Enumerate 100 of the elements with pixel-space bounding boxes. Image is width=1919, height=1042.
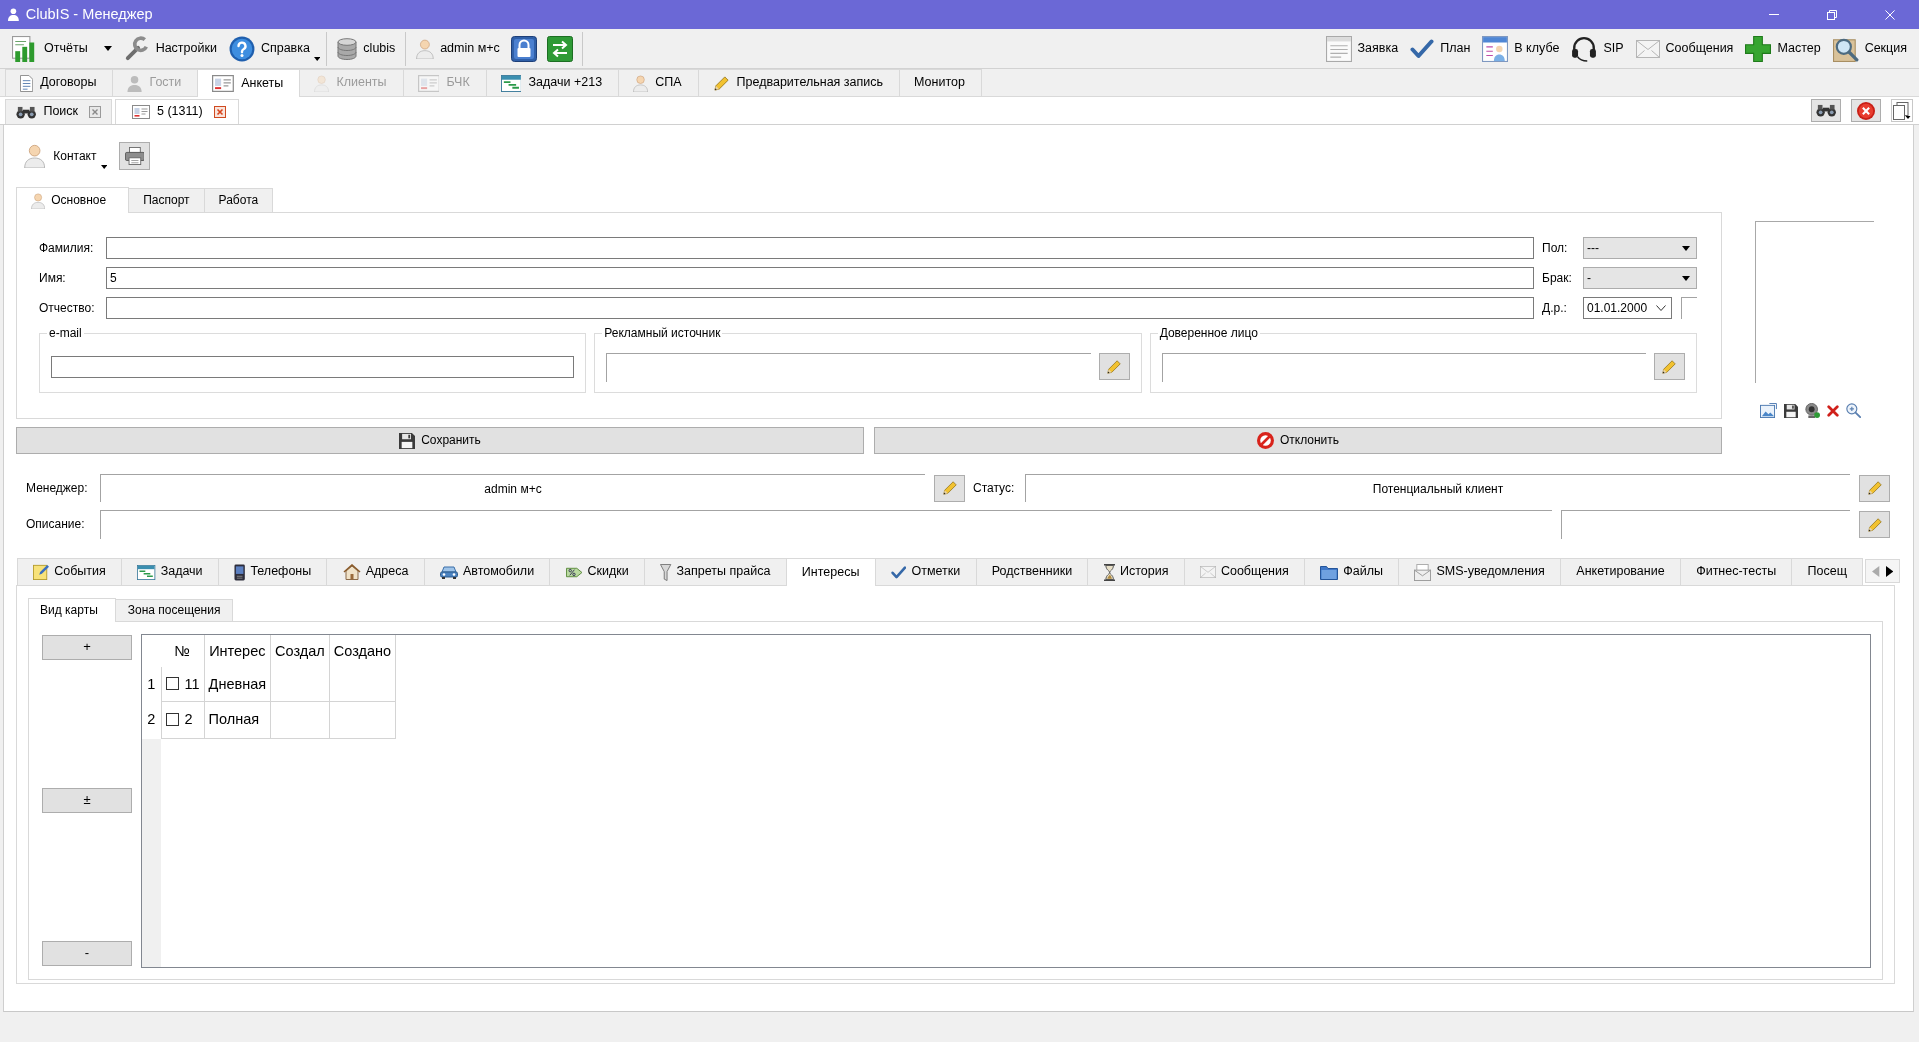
detail-tab[interactable]: Запреты прайса bbox=[644, 558, 787, 585]
detail-tab[interactable]: Посещ bbox=[1791, 558, 1864, 585]
document-tab[interactable]: 5 (1311) bbox=[115, 99, 239, 124]
table-action-button[interactable]: ± bbox=[42, 788, 132, 813]
detail-tab[interactable]: Интересы bbox=[785, 558, 876, 586]
person-icon bbox=[633, 74, 649, 92]
edit-button[interactable] bbox=[934, 474, 965, 502]
dropdown-field[interactable]: - bbox=[1583, 267, 1697, 289]
toolbar-button[interactable]: Секция bbox=[1826, 31, 1913, 66]
toolbar-button[interactable]: Отчёты bbox=[6, 31, 118, 66]
table-action-button[interactable]: - bbox=[42, 941, 132, 966]
person-icon bbox=[8, 8, 19, 21]
image-icon[interactable] bbox=[1760, 403, 1777, 418]
table-action-button[interactable]: + bbox=[42, 635, 132, 660]
detail-tab[interactable]: Телефоны bbox=[217, 558, 328, 585]
empty-cell bbox=[270, 667, 330, 701]
pencil-icon bbox=[1866, 480, 1883, 496]
id-card-icon bbox=[417, 74, 440, 92]
person-icon bbox=[314, 74, 330, 92]
close-icon[interactable] bbox=[89, 106, 102, 118]
edit-button[interactable] bbox=[1098, 353, 1130, 380]
person-icon bbox=[127, 74, 143, 92]
document-tab[interactable]: Поиск bbox=[5, 99, 113, 124]
form-tab[interactable]: Основное bbox=[16, 187, 130, 213]
printer-icon bbox=[124, 147, 145, 165]
module-tab[interactable]: Анкеты bbox=[197, 69, 301, 97]
webcam-icon[interactable] bbox=[1804, 403, 1820, 418]
detail-tab[interactable]: Адреса bbox=[326, 558, 425, 585]
swap-arrows-icon[interactable] bbox=[546, 35, 573, 62]
checkbox[interactable] bbox=[165, 677, 179, 691]
zoom-in-icon[interactable] bbox=[1845, 403, 1861, 418]
toolbar-button[interactable]: Справка bbox=[222, 31, 323, 66]
text-field[interactable]: 5 bbox=[106, 267, 1534, 289]
toolbar-button[interactable]: В клубе bbox=[1476, 31, 1566, 66]
input-field[interactable] bbox=[51, 356, 575, 378]
manager-field[interactable]: admin м+с bbox=[100, 474, 925, 502]
text-field[interactable] bbox=[106, 297, 1534, 319]
detail-tab[interactable]: История bbox=[1087, 558, 1185, 585]
print-button[interactable] bbox=[118, 142, 150, 170]
detail-tab[interactable]: Анкетирование bbox=[1560, 558, 1681, 585]
gantt-chart-icon bbox=[500, 74, 522, 92]
field-label: Статус: bbox=[973, 480, 1016, 496]
restore-icon[interactable] bbox=[1827, 9, 1837, 20]
delete-icon[interactable] bbox=[1826, 404, 1839, 417]
column-header: Создал bbox=[270, 635, 330, 667]
person-icon bbox=[416, 38, 435, 59]
dropdown-field[interactable]: --- bbox=[1583, 237, 1697, 259]
detail-tab[interactable]: Файлы bbox=[1304, 558, 1400, 585]
lock-icon[interactable] bbox=[510, 35, 537, 62]
toolbar-button[interactable]: Сообщения bbox=[1629, 31, 1740, 66]
toolbar-button[interactable]: Мастер bbox=[1739, 31, 1827, 66]
row-header: 2 bbox=[142, 701, 161, 738]
edit-button[interactable] bbox=[1859, 474, 1890, 502]
detail-tab[interactable]: События bbox=[17, 558, 123, 585]
module-tab[interactable]: Договоры bbox=[5, 69, 114, 96]
sub-tab[interactable]: Вид карты bbox=[28, 598, 116, 622]
empty-cell bbox=[270, 701, 330, 738]
toolbar-button[interactable]: Настройки bbox=[117, 31, 223, 66]
field-label: Имя: bbox=[39, 270, 67, 286]
module-tab[interactable]: Монитор bbox=[899, 69, 982, 96]
toolbar-button[interactable]: Заявка bbox=[1319, 31, 1405, 66]
mobile-phone-icon bbox=[234, 563, 246, 581]
detail-tab[interactable]: Автомобили bbox=[423, 558, 551, 585]
floppy-icon[interactable] bbox=[1783, 403, 1798, 418]
toolbar-button[interactable]: SIP bbox=[1565, 31, 1630, 66]
close-button[interactable] bbox=[1851, 99, 1881, 122]
sub-tab[interactable]: Зона посещения bbox=[114, 599, 234, 621]
detail-tab[interactable]: Сообщения bbox=[1183, 558, 1305, 585]
detail-tab[interactable]: Скидки bbox=[549, 558, 645, 585]
close-icon[interactable] bbox=[213, 106, 226, 118]
windows-button[interactable] bbox=[1891, 99, 1913, 122]
detail-tab[interactable]: Фитнес-тесты bbox=[1679, 558, 1793, 585]
binoculars-icon bbox=[16, 105, 37, 119]
car-icon bbox=[439, 565, 458, 579]
detail-tab[interactable]: Задачи bbox=[121, 558, 219, 585]
arrow-right-icon[interactable] bbox=[1885, 565, 1893, 577]
detail-tab[interactable]: SMS-уведомления bbox=[1398, 558, 1562, 585]
toolbar-button[interactable]: План bbox=[1404, 31, 1477, 66]
contact-menu-button[interactable]: Контакт bbox=[22, 142, 109, 170]
toolbar-button[interactable]: clubis bbox=[331, 31, 402, 66]
id-card-icon bbox=[212, 75, 235, 92]
envelope-icon bbox=[1414, 563, 1432, 581]
detail-tab[interactable]: Родственники bbox=[975, 558, 1089, 585]
field-label: Менеджер: bbox=[26, 480, 89, 496]
form-tab[interactable]: Работа bbox=[203, 188, 274, 212]
save-button[interactable]: Сохранить bbox=[16, 427, 864, 454]
text-field[interactable] bbox=[106, 237, 1534, 259]
form-tab[interactable]: Паспорт bbox=[128, 188, 205, 212]
date-field[interactable]: 01.01.2000 bbox=[1583, 297, 1672, 319]
reject-button[interactable]: Отклонить bbox=[874, 427, 1722, 454]
status-field[interactable]: Потенциальный клиент bbox=[1025, 474, 1850, 502]
empty-cell bbox=[329, 667, 396, 701]
table-cell: Полная bbox=[204, 701, 271, 738]
column-header: Создано bbox=[329, 635, 396, 667]
detail-tab[interactable]: Отметки bbox=[874, 558, 977, 585]
checkbox[interactable] bbox=[165, 713, 179, 726]
search-button[interactable] bbox=[1811, 99, 1841, 122]
headset-icon bbox=[1571, 35, 1598, 62]
toolbar-button[interactable]: admin м+с bbox=[410, 31, 506, 66]
plus-icon bbox=[1745, 35, 1772, 62]
